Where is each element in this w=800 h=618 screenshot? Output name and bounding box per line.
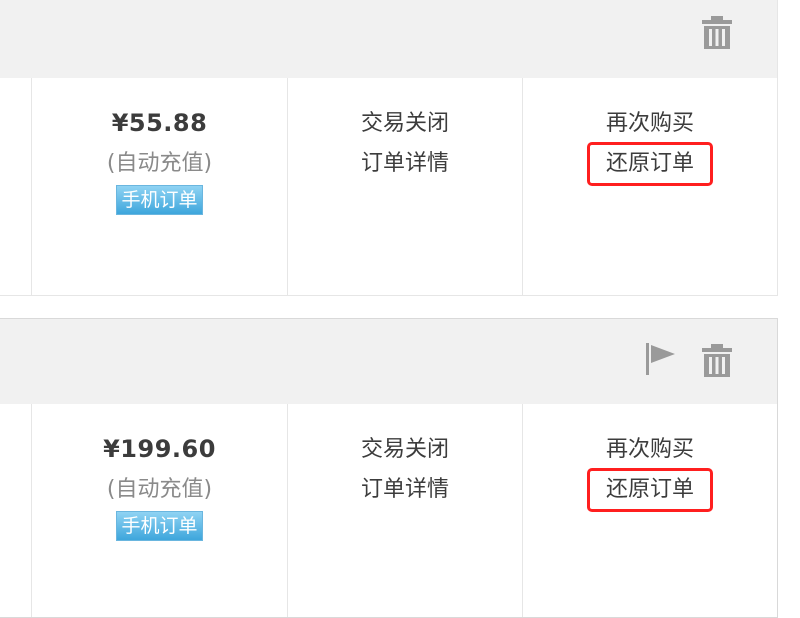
order-card: ¥55.88 (自动充值) 手机订单 交易关闭 订单详情 再次购买 还原订单: [0, 0, 778, 296]
buy-again-link[interactable]: 再次购买: [523, 430, 777, 470]
price-note: (自动充值): [106, 151, 213, 176]
order-detail-link[interactable]: 订单详情: [288, 144, 522, 184]
status-cell: 交易关闭 订单详情: [287, 78, 522, 295]
order-price: ¥55.88: [111, 109, 208, 137]
price-cell: ¥55.88 (自动充值) 手机订单: [31, 78, 287, 295]
trash-icon[interactable]: [701, 15, 733, 49]
operations-cell: 再次购买 还原订单: [522, 404, 777, 617]
restore-order-link[interactable]: 还原订单: [586, 142, 713, 186]
order-card: ¥199.60 (自动充值) 手机订单 交易关闭 订单详情 再次购买 还原订单: [0, 318, 778, 618]
price-note: (自动充值): [106, 477, 213, 502]
status-cell: 交易关闭 订单详情: [287, 404, 522, 617]
buy-again-link[interactable]: 再次购买: [523, 104, 777, 144]
price-cell: ¥199.60 (自动充值) 手机订单: [31, 404, 287, 617]
restore-order-link[interactable]: 还原订单: [586, 468, 713, 512]
order-header: [0, 319, 777, 404]
order-price: ¥199.60: [103, 435, 216, 463]
flag-icon[interactable]: [645, 343, 677, 375]
order-status: 交易关闭: [360, 437, 449, 462]
operations-cell: 再次购买 还原订单: [522, 78, 777, 295]
order-detail-link[interactable]: 订单详情: [288, 470, 522, 510]
order-body: ¥199.60 (自动充值) 手机订单 交易关闭 订单详情 再次购买 还原订单: [0, 404, 777, 617]
trash-icon[interactable]: [701, 343, 733, 377]
order-status: 交易关闭: [360, 111, 449, 136]
order-body: ¥55.88 (自动充值) 手机订单 交易关闭 订单详情 再次购买 还原订单: [0, 78, 777, 295]
order-header: [0, 0, 777, 78]
mobile-order-badge: 手机订单: [116, 185, 203, 215]
mobile-order-badge: 手机订单: [116, 511, 203, 541]
